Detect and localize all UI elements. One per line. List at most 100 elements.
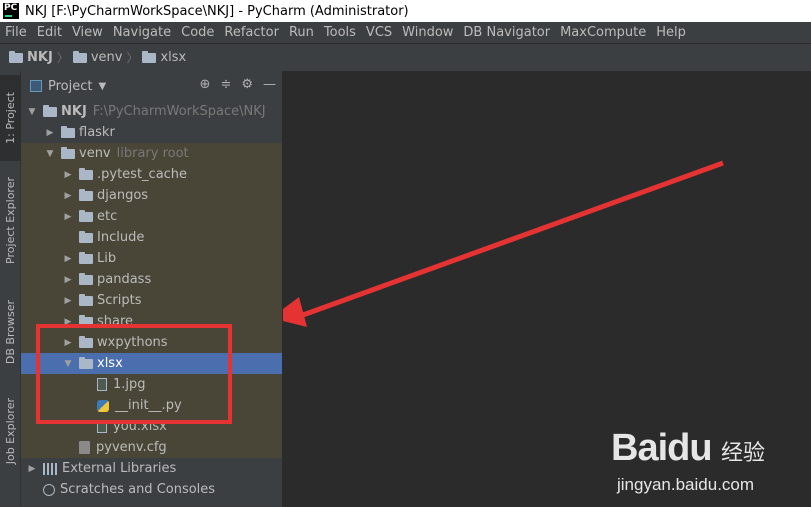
folder-icon [72,50,87,63]
chevron-right-icon[interactable]: ▶ [27,464,37,474]
collapse-all-icon[interactable]: ≑ [220,77,231,92]
folder-icon [61,146,75,159]
tree-item[interactable]: ▶ External Libraries [21,458,282,479]
tab-job-explorer[interactable]: Job Explorer [0,389,21,473]
tree-item[interactable]: ▶ .pytest_cache [21,164,282,185]
breadcrumb-item-nkj[interactable]: NKJ 〉 [0,49,69,66]
folder-icon [79,272,93,285]
chevron-right-icon: 〉 [56,51,69,65]
breadcrumb-label: xlsx [160,50,187,65]
menu-view[interactable]: View [67,25,108,40]
logo-text: PC [4,3,18,13]
menu-code[interactable]: Code [176,25,219,40]
tree-item-label: pandass [97,272,152,287]
config-file-icon [79,441,90,454]
tree-item-label: External Libraries [62,461,177,476]
breadcrumb-item-venv[interactable]: venv 〉 [69,49,139,66]
tab-label: Project Explorer [4,176,17,264]
tree-item-label: pyvenv.cfg [96,440,167,455]
tree-item[interactable]: ▶ etc [21,206,282,227]
folder-icon [9,50,23,63]
chevron-down-icon[interactable]: ▼ [27,107,37,117]
folder-icon [142,50,157,63]
menu-tools[interactable]: Tools [319,25,361,40]
tree-item-label: .pytest_cache [97,167,188,182]
menu-window[interactable]: Window [397,25,458,40]
tree-item-label: djangos [97,188,149,203]
library-icon [43,462,57,475]
breadcrumb-label: venv [90,50,123,65]
tree-item-label: etc [97,209,118,224]
chevron-right-icon[interactable]: ▶ [63,275,73,285]
tree-item[interactable]: ▼ NKJ F:\PyCharmWorkSpace\NKJ [21,101,282,122]
menu-file[interactable]: File [0,25,32,40]
gear-icon[interactable]: ⚙ [241,77,253,92]
chevron-right-icon[interactable]: ▶ [63,191,73,201]
menu-bar: File Edit View Navigate Code Refactor Ru… [0,22,811,43]
chevron-right-icon[interactable]: ▶ [63,170,73,180]
folder-icon [79,230,93,243]
project-panel-header: Project ▼ ⊕ ≑ ⚙ — [21,71,282,101]
tab-db-browser[interactable]: DB Browser [0,289,21,375]
tree-item[interactable]: Include [21,227,282,248]
tree-item[interactable]: ▶ djangos [21,185,282,206]
tree-item[interactable]: pyvenv.cfg [21,437,282,458]
arrow-head [283,297,307,327]
chevron-down-icon[interactable]: ▼ [98,81,106,92]
folder-icon [79,167,93,180]
breadcrumb-item-xlsx[interactable]: xlsx [138,50,186,65]
tree-item-label: Scripts [97,293,142,308]
menu-edit[interactable]: Edit [32,25,67,40]
menu-help[interactable]: Help [651,25,691,40]
tab-label: 1: Project [4,92,17,144]
scratch-icon [43,483,55,496]
arrow-line [302,160,724,318]
tree-item[interactable]: ▼ venv library root [21,143,282,164]
chevron-right-icon[interactable]: ▶ [63,212,73,222]
editor-area: Baidu 经验 jingyan.baidu.com [283,71,811,507]
tab-label: Job Explorer [4,397,17,465]
tab-project[interactable]: 1: Project [0,75,21,161]
pycharm-logo-icon: PC [3,3,19,19]
highlight-box [36,324,232,424]
tree-item[interactable]: ▶ Scripts [21,290,282,311]
left-tool-strip: 1: Project Project Explorer DB Browser J… [0,71,21,507]
folder-icon [79,251,93,264]
tree-item-hint: library root [116,146,189,161]
tree-item-label: Include [97,230,145,245]
tree-item[interactable]: ▶ pandass [21,269,282,290]
watermark-url: jingyan.baidu.com [617,475,755,494]
project-panel-title[interactable]: Project [48,79,92,94]
chevron-right-icon[interactable]: ▶ [45,128,55,138]
chevron-right-icon: 〉 [126,51,139,65]
breadcrumb: NKJ 〉 venv 〉 xlsx [0,43,811,71]
menu-maxcompute[interactable]: MaxCompute [555,25,651,40]
tree-item-label: flaskr [79,125,115,140]
folder-icon [43,104,57,117]
project-view-icon [30,80,42,92]
tree-item[interactable]: ▶ flaskr [21,122,282,143]
tree-item[interactable]: Scratches and Consoles [21,479,282,500]
project-tree: ▼ NKJ F:\PyCharmWorkSpace\NKJ ▶ flaskr ▼ venv l… [21,101,282,500]
menu-navigate[interactable]: Navigate [108,25,176,40]
menu-run[interactable]: Run [284,25,319,40]
watermark-cn-text: 经验 [721,441,766,466]
tree-item-label: venv [79,146,111,161]
tab-label: DB Browser [4,299,17,365]
tree-item-label: Lib [97,251,117,266]
menu-vcs[interactable]: VCS [361,25,397,40]
tree-item[interactable]: ▶ Lib [21,248,282,269]
chevron-right-icon[interactable]: ▶ [63,254,73,264]
menu-db-navigator[interactable]: DB Navigator [458,25,555,40]
minimize-icon[interactable]: — [263,77,276,92]
folder-icon [61,125,75,138]
panel-toolbar: ⊕ ≑ ⚙ — [200,77,276,92]
baidu-logo: Baidu [611,427,713,469]
menu-refactor[interactable]: Refactor [219,25,284,40]
locate-icon[interactable]: ⊕ [200,77,211,92]
tree-item-hint: F:\PyCharmWorkSpace\NKJ [92,104,266,119]
tree-item-label: NKJ [61,104,87,119]
chevron-right-icon[interactable]: ▶ [63,296,73,306]
tab-project-explorer[interactable]: Project Explorer [0,167,21,273]
chevron-down-icon[interactable]: ▼ [45,149,55,159]
